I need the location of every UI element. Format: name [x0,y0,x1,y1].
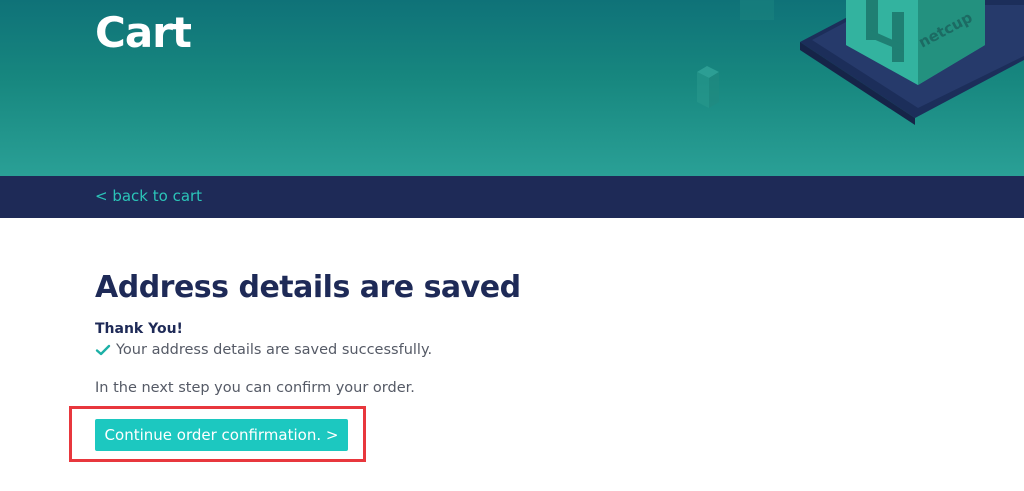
continue-order-confirmation-button[interactable]: Continue order confirmation. > [95,419,348,451]
sub-navigation: < back to cart [0,176,1024,218]
back-to-cart-link[interactable]: < back to cart [95,187,202,205]
page-header: netcup Cart [0,0,1024,176]
success-message: Your address details are saved successfu… [95,342,432,358]
confirmation-heading: Address details are saved [95,270,521,305]
success-message-text: Your address details are saved successfu… [116,342,433,358]
thank-you-text: Thank You! [95,321,183,337]
check-icon [95,344,111,356]
next-step-text: In the next step you can confirm your or… [95,380,415,396]
page-title: Cart [95,8,192,57]
